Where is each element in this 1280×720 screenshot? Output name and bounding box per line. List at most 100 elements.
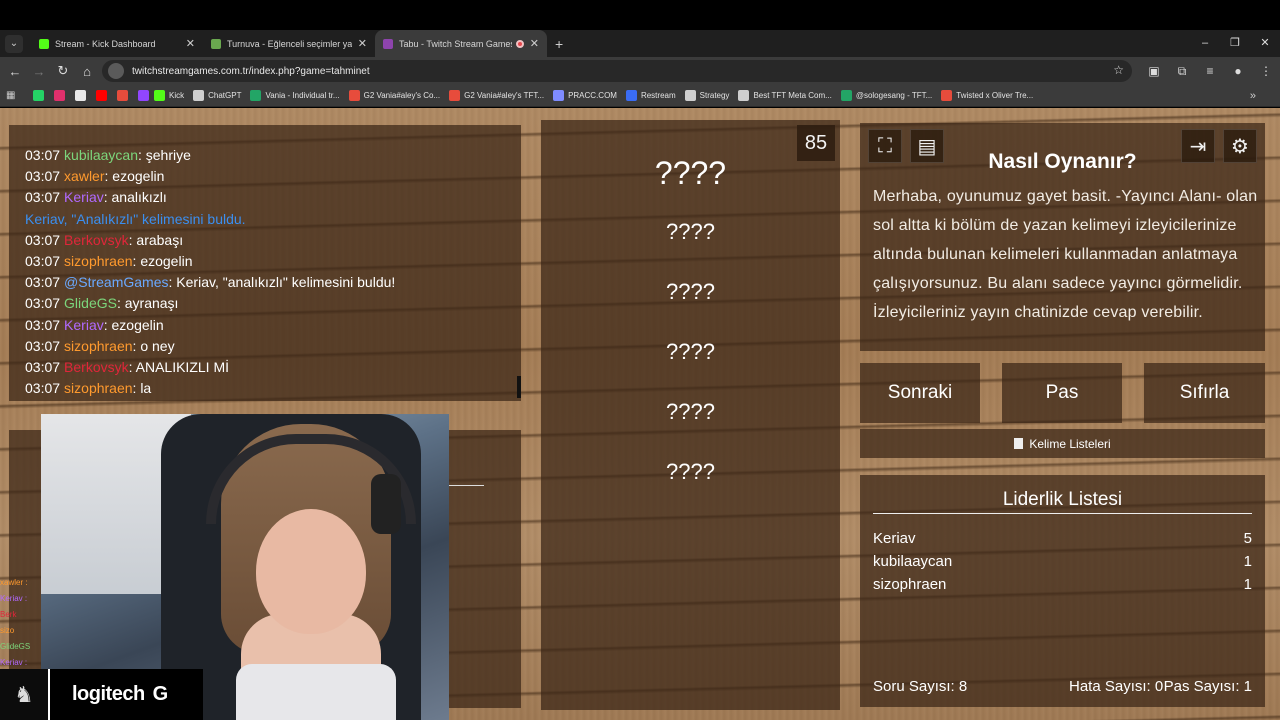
back-icon[interactable]: ← bbox=[3, 64, 27, 79]
bookmark-item[interactable]: Kick bbox=[154, 90, 184, 101]
chat-time: 03:07 bbox=[25, 274, 61, 291]
bookmark-item[interactable]: Vania - Individual tr... bbox=[250, 90, 340, 101]
reload-icon[interactable]: ↻ bbox=[51, 63, 75, 79]
forward-icon[interactable]: → bbox=[27, 64, 51, 79]
chat-time: 03:07 bbox=[25, 337, 61, 354]
bookmark-label: PRACC.COM bbox=[568, 91, 617, 100]
home-icon[interactable]: ⌂ bbox=[75, 64, 99, 79]
bookmark-icon[interactable] bbox=[54, 90, 65, 101]
reset-button[interactable]: Sıfırla bbox=[1144, 363, 1265, 423]
bookmark-item[interactable]: ChatGPT bbox=[193, 90, 241, 101]
chat-text: : analıkızlı bbox=[103, 189, 167, 206]
bookmark-icon[interactable] bbox=[138, 90, 149, 101]
tab-favicon bbox=[39, 38, 49, 49]
timer: 85 bbox=[797, 125, 835, 161]
chat-user: GlideGS bbox=[64, 295, 117, 312]
browser-tab[interactable]: Stream - Kick Dashboard ✕ bbox=[31, 30, 203, 57]
bookmark-favicon bbox=[348, 90, 360, 101]
bookmark-icon[interactable] bbox=[75, 90, 86, 101]
info-title: Nasıl Oynanır? bbox=[988, 150, 1137, 173]
browser-tab[interactable]: Turnuva - Eğlenceli seçimler yap ✕ bbox=[203, 30, 375, 57]
chat-scroll-thumb[interactable] bbox=[517, 376, 521, 398]
next-button[interactable]: Sonraki bbox=[860, 363, 980, 423]
bookmark-favicon bbox=[250, 90, 262, 101]
leaderboard-name: kubilaaycan bbox=[873, 553, 953, 570]
bookmark-icon[interactable] bbox=[117, 90, 128, 101]
tab-favicon bbox=[383, 38, 393, 49]
apps-grid-icon[interactable]: ▦ bbox=[6, 90, 20, 101]
bookmark-item[interactable]: G2 Vania#aley's Co... bbox=[348, 90, 440, 101]
chat-user: Berkovsyk bbox=[64, 231, 129, 248]
word-lists-button[interactable]: Kelime Listeleri bbox=[860, 429, 1265, 458]
omnibox[interactable]: twitchstreamgames.com.tr/index.php?game=… bbox=[102, 60, 1132, 82]
fullscreen-icon[interactable]: ⛶ bbox=[868, 129, 902, 163]
address-bar-row: ← → ↻ ⌂ twitchstreamgames.com.tr/index.p… bbox=[0, 57, 1280, 85]
chat-message: 03:07 GlideGS: ayranaşı bbox=[25, 293, 515, 314]
bookmark-item[interactable]: @sologesang - TFT... bbox=[840, 90, 932, 101]
close-window-button[interactable]: ✕ bbox=[1250, 30, 1280, 57]
media-icon[interactable]: ≡ bbox=[1196, 64, 1224, 78]
document-icon bbox=[1014, 438, 1024, 449]
chat-text: : ANALIKIZLI Mİ bbox=[128, 358, 229, 375]
settings-gear-icon[interactable]: ⚙ bbox=[1223, 129, 1257, 163]
tab-search-button[interactable]: ⌄ bbox=[5, 34, 23, 53]
main-word: ???? bbox=[654, 155, 727, 191]
pass-button[interactable]: Pas bbox=[1002, 363, 1122, 423]
chat-text: : Keriav, "analıkızlı" kelimesini buldu! bbox=[168, 274, 396, 291]
extensions-icon[interactable]: ⧉ bbox=[1168, 64, 1196, 79]
word-lists-label: Kelime Listeleri bbox=[1029, 436, 1111, 451]
bookmark-icon[interactable] bbox=[96, 90, 107, 101]
chat-message: 03:07 sizophraen: ezogelin bbox=[25, 251, 515, 272]
url-text[interactable]: twitchstreamgames.com.tr/index.php?game=… bbox=[132, 66, 370, 77]
translate-icon[interactable]: ▣ bbox=[1140, 64, 1168, 78]
error-count: Hata Sayısı: 0 bbox=[1069, 678, 1164, 695]
bookmark-item[interactable]: G2 Vania#aley's TFT... bbox=[449, 90, 544, 101]
bookmark-favicon bbox=[553, 90, 565, 101]
chat-user: sizophraen bbox=[64, 252, 133, 269]
profile-avatar[interactable]: ● bbox=[1224, 64, 1252, 78]
tab-title: Stream - Kick Dashboard bbox=[55, 38, 156, 49]
bookmark-item[interactable]: Strategy bbox=[684, 90, 729, 101]
bookmarks-overflow-icon[interactable]: » bbox=[1250, 90, 1256, 102]
close-tab-icon[interactable]: ✕ bbox=[186, 37, 195, 50]
logout-icon[interactable]: ⇥ bbox=[1181, 129, 1215, 163]
minimize-button[interactable]: – bbox=[1190, 30, 1220, 57]
browser-tab[interactable]: Tabu - Twitch Stream Games ✕ bbox=[375, 30, 547, 57]
bookmark-item[interactable]: Best TFT Meta Com... bbox=[738, 90, 832, 101]
chat-user: Keriav bbox=[64, 189, 104, 206]
chat-message: 03:07 Keriav: ezogelin bbox=[25, 315, 515, 336]
bookmark-label: Best TFT Meta Com... bbox=[753, 91, 832, 100]
leaderboard-divider bbox=[873, 513, 1252, 514]
chat-text: : ezogelin bbox=[132, 252, 193, 269]
bookmark-icon[interactable] bbox=[33, 90, 44, 101]
maximize-button[interactable]: ❐ bbox=[1220, 30, 1250, 57]
bookmark-item[interactable]: PRACC.COM bbox=[553, 90, 617, 101]
bookmark-star-icon[interactable]: ☆ bbox=[1113, 63, 1124, 77]
chat-text: : ezogelin bbox=[104, 168, 165, 185]
new-tab-button[interactable]: + bbox=[555, 36, 563, 52]
top-black-strip bbox=[0, 0, 1280, 30]
chat-text: : ezogelin bbox=[103, 316, 164, 333]
chat-message: 03:07 sizophraen: o ney bbox=[25, 336, 515, 357]
chat-message: 03:07 Berkovsyk: ANALIKIZLI Mİ bbox=[25, 357, 515, 378]
bookmark-item[interactable]: Restream bbox=[625, 90, 676, 101]
leaderboard-name: Keriav bbox=[873, 530, 916, 547]
bookmark-favicon bbox=[154, 90, 165, 101]
site-info-icon[interactable] bbox=[108, 63, 124, 79]
leaderboard-title: Liderlik Listesi bbox=[1002, 489, 1123, 510]
chat-list: 03:07 kubilaaycan: şehriye 03:07 xawler: ez… bbox=[25, 145, 515, 399]
menu-icon[interactable]: ⋮ bbox=[1252, 64, 1280, 78]
chat-time: 03:07 bbox=[25, 316, 61, 333]
forbidden-word: ???? bbox=[666, 459, 715, 484]
side-chat-name: Berk bbox=[0, 610, 17, 619]
chat-user: @StreamGames bbox=[64, 274, 169, 291]
bookmark-item[interactable]: Twisted x Oliver Tre... bbox=[941, 90, 1033, 101]
chat-text: : arabaşı bbox=[128, 231, 184, 248]
bookmark-favicon bbox=[193, 90, 205, 101]
notes-icon[interactable]: ▤ bbox=[910, 129, 944, 163]
forbidden-word: ???? bbox=[666, 399, 715, 424]
forbidden-word: ???? bbox=[666, 219, 715, 244]
sponsor-bar: ♞ logitech G bbox=[0, 669, 203, 720]
close-tab-icon[interactable]: ✕ bbox=[530, 37, 539, 50]
close-tab-icon[interactable]: ✕ bbox=[358, 37, 367, 50]
